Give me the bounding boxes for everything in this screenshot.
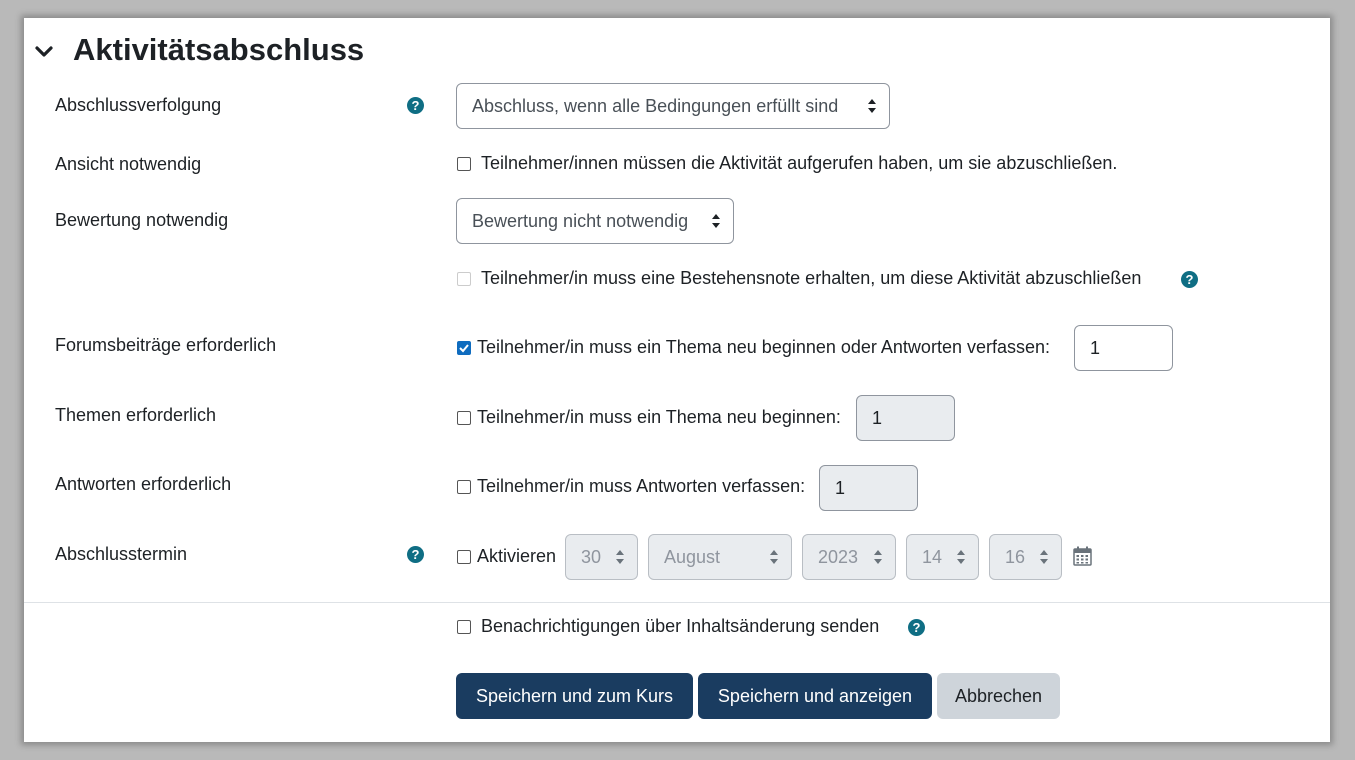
completion-tracking-label: Abschlussverfolgung: [55, 95, 222, 115]
grade-required-select[interactable]: Bewertung nicht notwendig: [456, 198, 734, 244]
pass-grade-checkbox-label: Teilnehmer/in muss eine Bestehensnote er…: [481, 268, 1142, 288]
hour-value: 14: [922, 547, 943, 567]
grade-required-label: Bewertung notwendig: [55, 210, 229, 230]
discussions-required-input[interactable]: 1: [856, 395, 955, 441]
chevron-down-icon[interactable]: [34, 42, 54, 62]
discussions-required-label: Themen erforderlich: [55, 405, 217, 425]
month-value: August: [664, 547, 721, 567]
checkmark-icon: [459, 344, 469, 353]
minute-select[interactable]: 16: [989, 534, 1062, 580]
select-arrows-icon: [957, 550, 965, 564]
year-value: 2023: [818, 547, 859, 567]
day-value: 30: [581, 547, 602, 567]
help-icon[interactable]: ?: [407, 97, 424, 114]
discussions-required-checkbox[interactable]: [457, 411, 471, 425]
notify-checkbox-label: Benachrichtigungen über Inhaltsänderung …: [481, 616, 880, 636]
completion-tracking-select[interactable]: Abschluss, wenn alle Bedingungen erfüllt…: [456, 83, 890, 129]
view-required-checkbox-label: Teilnehmer/innen müssen die Aktivität au…: [481, 153, 1118, 173]
replies-required-checkbox-label: Teilnehmer/in muss Antworten verfassen:: [477, 476, 806, 496]
section-divider: [24, 602, 1330, 603]
year-select[interactable]: 2023: [802, 534, 896, 580]
select-arrows-icon: [770, 550, 778, 564]
save-and-return-button[interactable]: Speichern und zum Kurs: [456, 673, 693, 719]
replies-required-checkbox[interactable]: [457, 480, 471, 494]
view-required-label: Ansicht notwendig: [55, 154, 202, 174]
posts-required-label: Forumsbeiträge erforderlich: [55, 335, 277, 355]
help-icon[interactable]: ?: [908, 619, 925, 636]
completion-date-enable-checkbox[interactable]: [457, 550, 471, 564]
replies-required-input[interactable]: 1: [819, 465, 918, 511]
day-select[interactable]: 30: [565, 534, 638, 580]
posts-required-checkbox-label: Teilnehmer/in muss ein Thema neu beginne…: [477, 337, 1051, 357]
select-arrows-icon: [616, 550, 624, 564]
month-select[interactable]: August: [648, 534, 792, 580]
cancel-button[interactable]: Abbrechen: [937, 673, 1060, 719]
minute-value: 16: [1005, 547, 1026, 567]
help-icon[interactable]: ?: [1181, 271, 1198, 288]
select-arrows-icon: [874, 550, 882, 564]
discussions-required-checkbox-label: Teilnehmer/in muss ein Thema neu beginne…: [477, 407, 841, 427]
select-arrows-icon: [712, 214, 720, 228]
section-title[interactable]: Aktivitätsabschluss: [73, 32, 364, 68]
select-arrows-icon: [1040, 550, 1048, 564]
completion-date-enable-label: Aktivieren: [477, 546, 557, 566]
help-icon[interactable]: ?: [407, 546, 424, 563]
calendar-icon[interactable]: [1073, 546, 1092, 566]
hour-select[interactable]: 14: [906, 534, 979, 580]
posts-required-checkbox[interactable]: [457, 341, 471, 355]
completion-tracking-value: Abschluss, wenn alle Bedingungen erfüllt…: [472, 96, 839, 116]
select-arrows-icon: [868, 99, 876, 113]
view-required-checkbox[interactable]: [457, 157, 471, 171]
posts-required-input[interactable]: 1: [1074, 325, 1173, 371]
save-and-display-button[interactable]: Speichern und anzeigen: [698, 673, 932, 719]
completion-date-label: Abschlusstermin: [55, 544, 188, 564]
replies-required-label: Antworten erforderlich: [55, 474, 232, 494]
notify-checkbox[interactable]: [457, 620, 471, 634]
grade-required-value: Bewertung nicht notwendig: [472, 211, 689, 231]
pass-grade-checkbox[interactable]: [457, 272, 471, 286]
